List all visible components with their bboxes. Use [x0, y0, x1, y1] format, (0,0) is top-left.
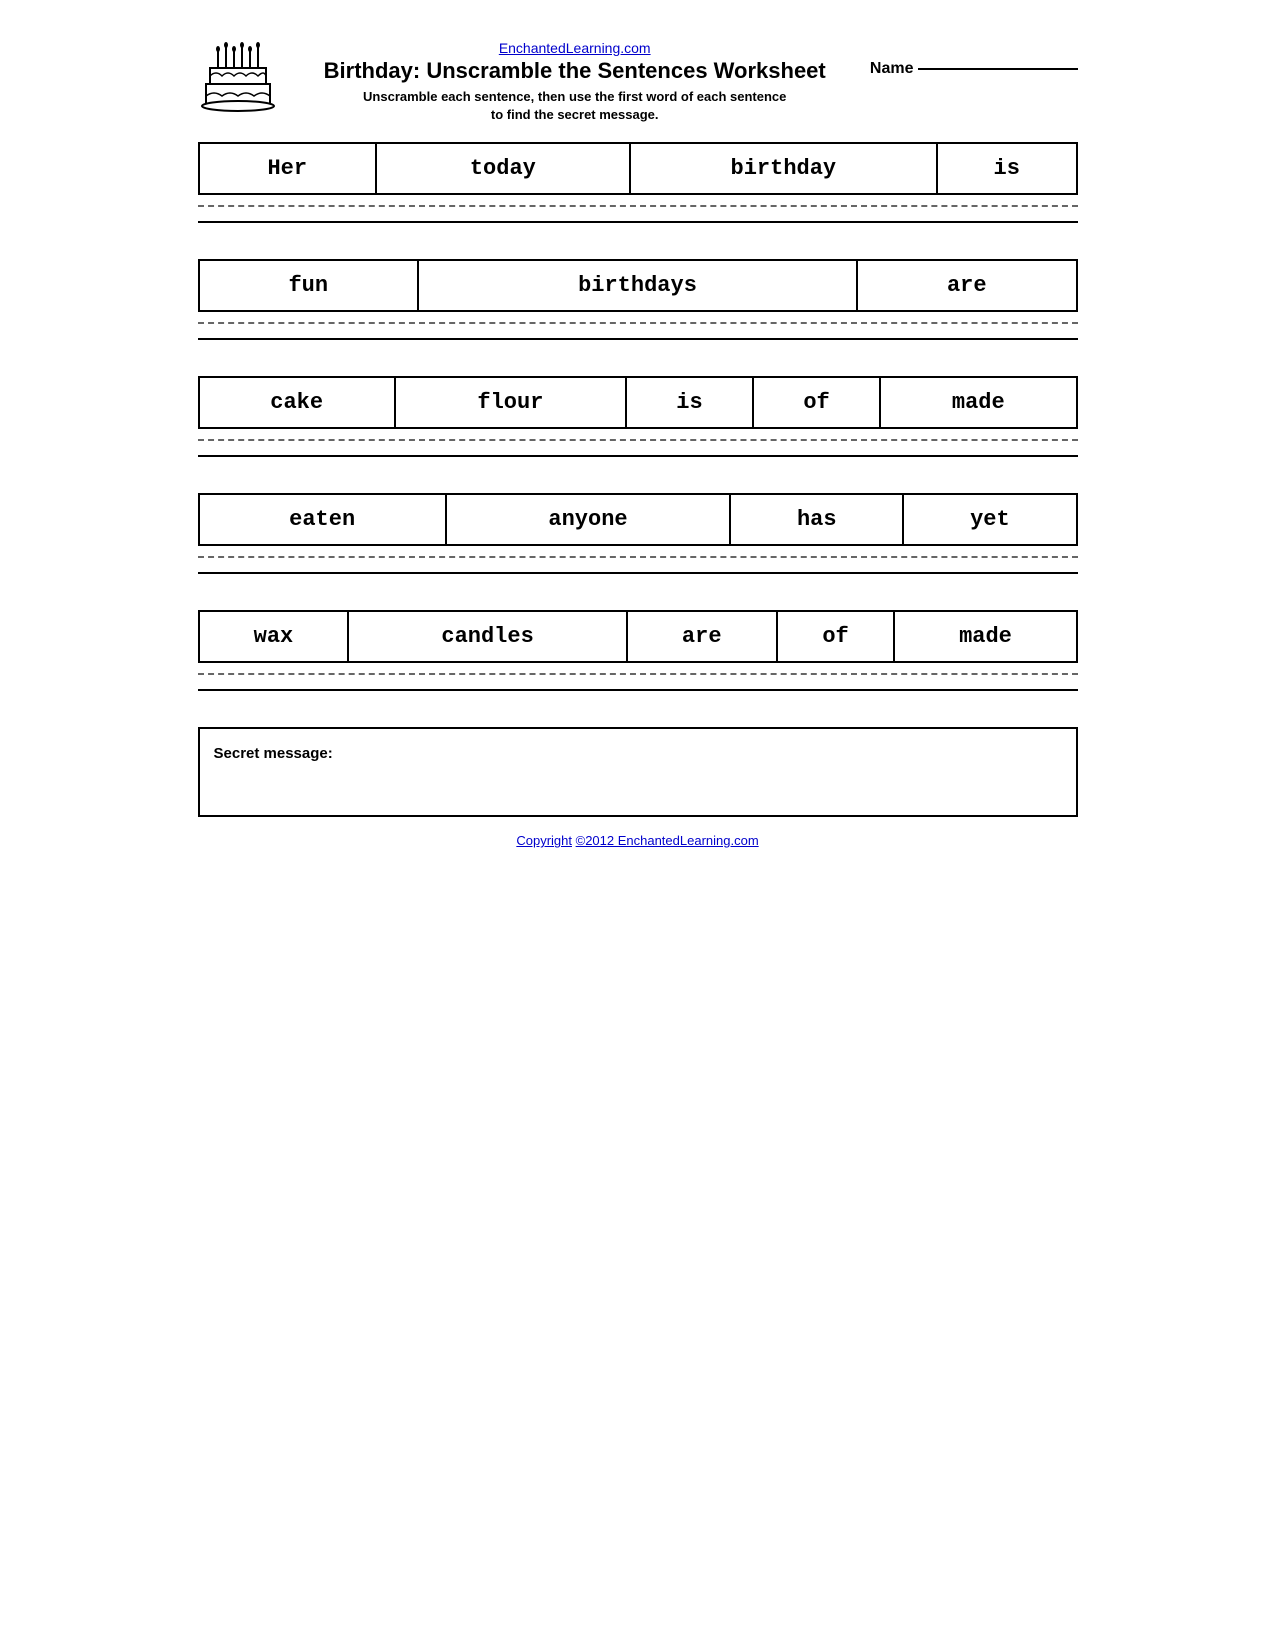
word-cell: flour: [395, 377, 626, 428]
word-cell: are: [857, 260, 1077, 311]
writing-area-3: [198, 439, 1078, 463]
word-table-3: cake flour is of made: [198, 376, 1078, 429]
secret-message-label: Secret message:: [214, 745, 333, 762]
word-table-2: fun birthdays are: [198, 259, 1078, 312]
cake-icon: [198, 40, 278, 120]
solid-line: [198, 221, 1078, 223]
word-cell: of: [753, 377, 880, 428]
word-cell: today: [376, 143, 630, 194]
writing-area-4: [198, 556, 1078, 580]
word-table-1: Her today birthday is: [198, 142, 1078, 195]
word-cell: has: [730, 494, 903, 545]
solid-line: [198, 689, 1078, 691]
word-table-4: eaten anyone has yet: [198, 493, 1078, 546]
header-text: EnchantedLearning.com Birthday: Unscramb…: [290, 40, 860, 124]
word-cell: is: [937, 143, 1077, 194]
copyright-link[interactable]: Copyright: [516, 833, 572, 848]
dotted-line: [198, 439, 1078, 441]
word-cell: wax: [199, 611, 349, 662]
footer: Copyright ©2012 EnchantedLearning.com: [198, 833, 1078, 848]
word-cell: are: [627, 611, 777, 662]
dotted-line: [198, 673, 1078, 675]
dotted-line: [198, 322, 1078, 324]
solid-line: [198, 572, 1078, 574]
site-link[interactable]: EnchantedLearning.com: [290, 40, 860, 56]
writing-area-1: [198, 205, 1078, 229]
word-cell: yet: [903, 494, 1076, 545]
sentence-4: eaten anyone has yet: [198, 493, 1078, 580]
dotted-line: [198, 556, 1078, 558]
dotted-line: [198, 205, 1078, 207]
writing-area-5: [198, 673, 1078, 697]
solid-line: [198, 455, 1078, 457]
writing-area-2: [198, 322, 1078, 346]
word-cell: of: [777, 611, 895, 662]
word-cell: made: [880, 377, 1076, 428]
word-cell: birthday: [630, 143, 937, 194]
header: EnchantedLearning.com Birthday: Unscramb…: [198, 40, 1078, 124]
word-cell: Her: [199, 143, 377, 194]
word-cell: made: [894, 611, 1076, 662]
secret-message-box: Secret message:: [198, 727, 1078, 817]
sentence-3: cake flour is of made: [198, 376, 1078, 463]
word-cell: eaten: [199, 494, 446, 545]
sentence-5: wax candles are of made: [198, 610, 1078, 697]
sentence-1: Her today birthday is: [198, 142, 1078, 229]
subtitle: Unscramble each sentence, then use the f…: [290, 88, 860, 124]
word-table-5: wax candles are of made: [198, 610, 1078, 663]
page-title: Birthday: Unscramble the Sentences Works…: [290, 58, 860, 84]
word-cell: fun: [199, 260, 419, 311]
word-cell: birthdays: [418, 260, 857, 311]
word-cell: anyone: [446, 494, 730, 545]
name-field: Name: [860, 40, 1078, 78]
word-cell: candles: [348, 611, 626, 662]
name-label: Name: [870, 60, 914, 78]
name-line: [918, 68, 1078, 70]
footer-site-link[interactable]: ©2012 EnchantedLearning.com: [576, 833, 759, 848]
sentence-2: fun birthdays are: [198, 259, 1078, 346]
solid-line: [198, 338, 1078, 340]
word-cell: is: [626, 377, 753, 428]
word-cell: cake: [199, 377, 395, 428]
